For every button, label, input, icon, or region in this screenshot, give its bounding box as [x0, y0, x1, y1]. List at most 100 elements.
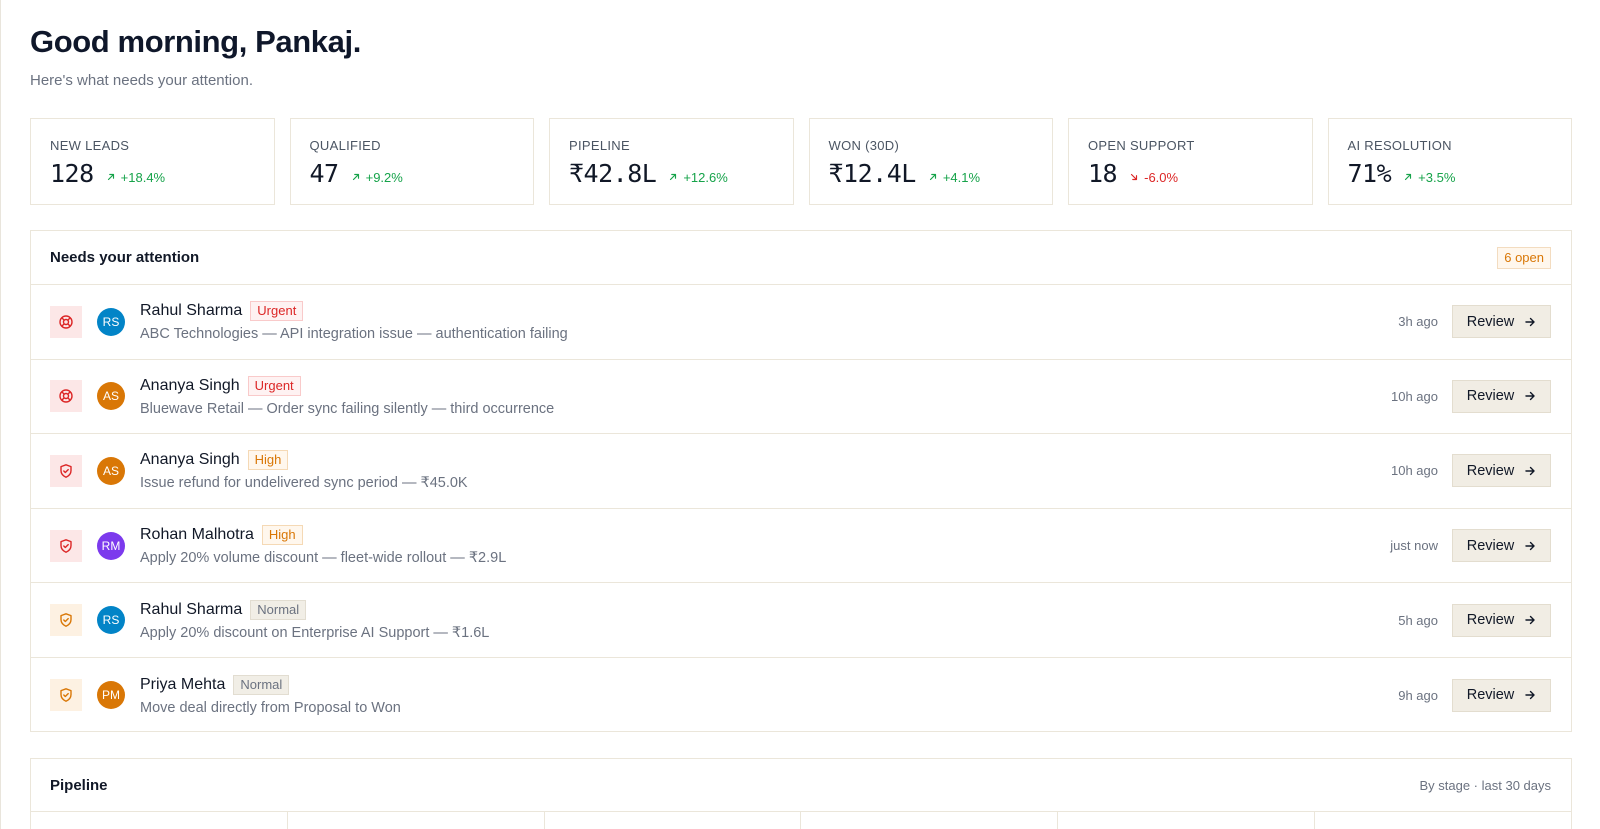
- priority-badge: High: [247, 450, 289, 471]
- stat-card[interactable]: AI Resolution 71% +3.5%: [1327, 118, 1572, 205]
- pipeline-range-label: By stage · last 30 days: [1419, 777, 1551, 793]
- avatar: RM: [97, 531, 125, 560]
- review-button[interactable]: Review: [1452, 454, 1551, 488]
- page-subtitle: Here's what needs your attention.: [30, 72, 253, 89]
- priority-badge: High: [261, 525, 303, 546]
- arrow-right-icon: [1524, 614, 1536, 626]
- lifebuoy-icon: [50, 305, 82, 338]
- arrow-up-right-icon: [351, 172, 361, 182]
- review-button-label: Review: [1466, 462, 1515, 479]
- avatar: AS: [97, 382, 125, 411]
- stat-label: New Leads: [50, 138, 130, 153]
- attention-item[interactable]: AS Ananya Singh Urgent Bluewave Retail — Or…: [31, 360, 1571, 435]
- pipeline-stage-column[interactable]: [1058, 812, 1316, 829]
- item-timestamp: 10h ago: [1391, 388, 1438, 404]
- open-count-badge: 6 open: [1497, 246, 1551, 269]
- contact-name: Ananya Singh: [140, 451, 240, 469]
- item-timestamp: 9h ago: [1398, 687, 1438, 703]
- arrow-right-icon: [1524, 465, 1536, 477]
- review-button-label: Review: [1466, 612, 1515, 629]
- arrow-up-right-icon: [928, 172, 938, 182]
- arrow-right-icon: [1524, 316, 1536, 328]
- shield-check-icon: [50, 454, 82, 487]
- stat-card[interactable]: Open Support 18 -6.0%: [1068, 118, 1313, 205]
- review-button[interactable]: Review: [1452, 678, 1551, 712]
- item-description: Apply 20% volume discount — fleet-wide r…: [140, 550, 507, 567]
- arrow-down-right-icon: [1129, 172, 1139, 182]
- pipeline-stage-column[interactable]: [545, 812, 802, 829]
- stat-delta: +12.6%: [668, 169, 728, 185]
- attention-item[interactable]: RS Rahul Sharma Normal Apply 20% discount o…: [31, 583, 1571, 658]
- stat-card[interactable]: Won (30D) ₹12.4L +4.1%: [808, 118, 1053, 205]
- review-button-label: Review: [1466, 388, 1515, 405]
- stat-delta: +9.2%: [351, 170, 403, 185]
- stat-value: ₹12.4L: [828, 159, 917, 188]
- avatar: PM: [97, 681, 125, 710]
- pipeline-stage-column[interactable]: [31, 812, 288, 829]
- review-button-label: Review: [1466, 313, 1515, 330]
- stat-delta: +3.5%: [1403, 170, 1455, 185]
- contact-name: Ananya Singh: [140, 376, 240, 394]
- shield-check-icon: [50, 679, 82, 712]
- attention-panel: Needs your attention 6 open RS Rahul Shar…: [30, 230, 1572, 732]
- contact-name: Rohan Malhotra: [140, 526, 254, 544]
- priority-badge: Normal: [250, 599, 307, 620]
- stat-delta: +18.4%: [106, 170, 165, 185]
- stat-label: AI Resolution: [1347, 138, 1452, 153]
- priority-badge: Normal: [233, 674, 290, 695]
- attention-header: Needs your attention 6 open: [31, 231, 1571, 285]
- stat-delta: -6.0%: [1129, 170, 1178, 185]
- page-left-border: [0, 0, 1, 829]
- arrow-right-icon: [1524, 689, 1536, 701]
- item-timestamp: 10h ago: [1391, 463, 1438, 479]
- stats-row: New Leads 128 +18.4% Qualified 47 +9.2% Pipeli…: [30, 118, 1572, 205]
- stat-label: Pipeline: [569, 138, 630, 153]
- pipeline-stage-columns: [31, 812, 1571, 829]
- avatar: RS: [97, 606, 125, 635]
- contact-name: Rahul Sharma: [140, 302, 243, 320]
- stat-value: 71%: [1347, 159, 1392, 188]
- review-button[interactable]: Review: [1452, 603, 1551, 637]
- stat-value: 18: [1088, 159, 1118, 188]
- avatar: AS: [97, 456, 125, 485]
- pipeline-header: Pipeline By stage · last 30 days: [31, 759, 1571, 812]
- item-description: ABC Technologies — API integration issue…: [140, 326, 568, 343]
- stat-delta-value: +3.5%: [1418, 169, 1456, 185]
- stat-delta: +4.1%: [928, 170, 980, 185]
- attention-list: RS Rahul Sharma Urgent ABC Technologies — A…: [31, 285, 1571, 733]
- review-button[interactable]: Review: [1452, 305, 1551, 339]
- stat-card[interactable]: Pipeline ₹42.8L +12.6%: [549, 118, 794, 205]
- priority-badge: Urgent: [250, 301, 304, 322]
- review-button[interactable]: Review: [1452, 379, 1551, 413]
- attention-title: Needs your attention: [50, 249, 200, 266]
- pipeline-stage-column[interactable]: [288, 812, 545, 829]
- arrow-up-right-icon: [106, 172, 116, 182]
- stat-delta-value: -6.0%: [1144, 169, 1179, 185]
- stat-card[interactable]: Qualified 47 +9.2%: [289, 118, 534, 205]
- review-button-label: Review: [1466, 537, 1515, 554]
- pipeline-title: Pipeline: [50, 776, 108, 794]
- stat-delta-value: +9.2%: [365, 169, 403, 185]
- review-button[interactable]: Review: [1452, 529, 1551, 563]
- attention-item[interactable]: AS Ananya Singh High Issue refund for undel…: [31, 434, 1571, 509]
- stat-delta-value: +18.4%: [120, 169, 166, 185]
- arrow-right-icon: [1524, 540, 1536, 552]
- pipeline-panel: Pipeline By stage · last 30 days: [30, 758, 1572, 829]
- stat-label: Won (30D): [828, 138, 900, 153]
- item-description: Move deal directly from Proposal to Won: [140, 699, 401, 716]
- item-description: Bluewave Retail — Order sync failing sil…: [140, 400, 555, 417]
- stat-value: ₹42.8L: [569, 159, 657, 188]
- arrow-up-right-icon: [1403, 172, 1413, 182]
- attention-item[interactable]: RS Rahul Sharma Urgent ABC Technologies — A…: [31, 285, 1571, 360]
- page-title: Good morning, Pankaj.: [30, 24, 361, 59]
- stat-card[interactable]: New Leads 128 +18.4%: [30, 118, 275, 205]
- pipeline-stage-column[interactable]: [801, 812, 1059, 829]
- contact-name: Rahul Sharma: [140, 600, 243, 618]
- attention-item[interactable]: PM Priya Mehta Normal Move deal directly fr…: [31, 658, 1571, 733]
- stat-delta-value: +4.1%: [942, 169, 981, 185]
- pipeline-stage-column[interactable]: [1315, 812, 1571, 829]
- stat-label: Qualified: [309, 138, 381, 153]
- review-button-label: Review: [1466, 687, 1515, 704]
- attention-item[interactable]: RM Rohan Malhotra High Apply 20% volume dis…: [31, 509, 1571, 584]
- stat-delta-value: +12.6%: [683, 169, 728, 185]
